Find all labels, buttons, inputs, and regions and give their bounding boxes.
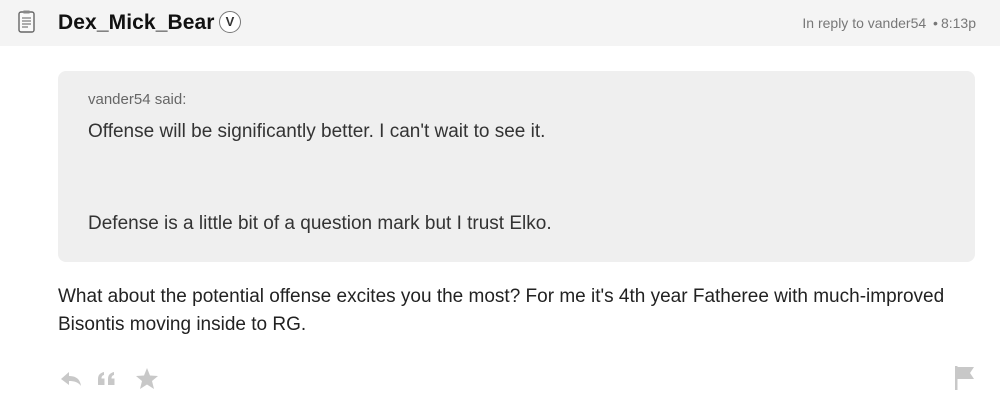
post-body: What about the potential offense excites… (58, 286, 945, 335)
forum-post: Dex_Mick_Bear V In reply to vander54 • 8:… (0, 0, 1000, 408)
quote-line: Defense is a little bit of a question ma… (88, 213, 552, 234)
reply-icon[interactable] (58, 366, 84, 392)
post-meta: In reply to vander54 • 8:13p (802, 15, 976, 31)
flag-icon[interactable] (952, 364, 978, 392)
quote-author: vander54 said: (88, 91, 187, 108)
quote-block: vander54 said: Offense will be significa… (58, 71, 975, 262)
quote-line: Offense will be significantly better. I … (88, 121, 546, 142)
verified-badge: V (219, 11, 241, 33)
post-header: Dex_Mick_Bear V In reply to vander54 • 8:… (0, 0, 1000, 46)
user-avatar-icon[interactable] (16, 10, 38, 34)
meta-separator: • (933, 15, 938, 31)
quote-icon[interactable] (94, 366, 120, 392)
star-icon[interactable] (134, 366, 160, 392)
post-time: 8:13p (940, 15, 976, 31)
reply-to-prefix: In reply to (802, 15, 864, 31)
reply-to-user-link[interactable]: vander54 (868, 15, 926, 31)
post-username[interactable]: Dex_Mick_Bear (58, 11, 215, 35)
